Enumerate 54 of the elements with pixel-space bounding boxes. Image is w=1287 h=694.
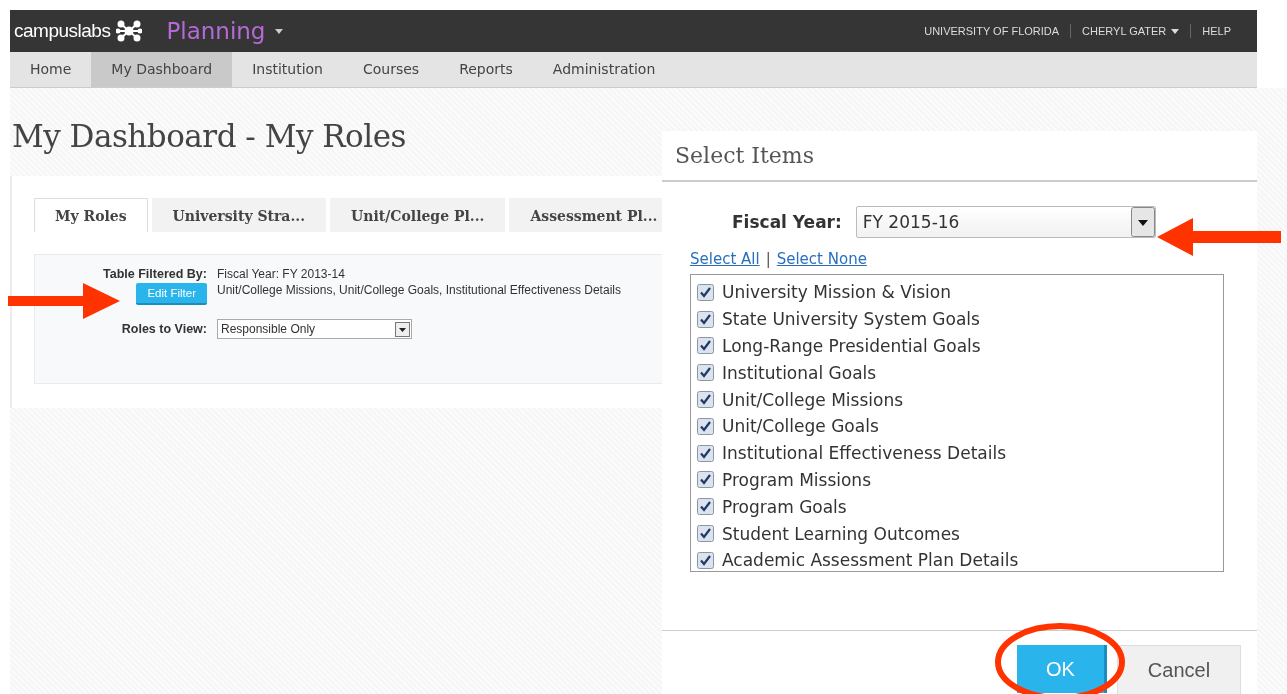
fiscal-year-select[interactable]: FY 2015-16	[855, 206, 1156, 238]
filter-label: Table Filtered By:	[103, 267, 207, 281]
checkbox[interactable]	[697, 283, 714, 301]
nav-item[interactable]: Home	[10, 52, 92, 87]
checkbox[interactable]	[697, 391, 714, 409]
fiscal-year-label: Fiscal Year:	[732, 212, 842, 232]
tab[interactable]: My Roles	[34, 198, 148, 232]
item-label: Institutional Goals	[722, 362, 877, 383]
separator: |	[765, 250, 771, 268]
header-link[interactable]: HELP	[1202, 25, 1231, 37]
item-label: Institutional Effectiveness Details	[722, 443, 1007, 464]
caret-icon[interactable]	[1171, 28, 1180, 34]
checkbox[interactable]	[697, 551, 714, 569]
network-icon	[116, 20, 143, 42]
checkbox[interactable]	[697, 364, 714, 382]
page-title: My Dashboard - My Roles	[12, 118, 407, 154]
nav-item[interactable]: Reports	[439, 52, 533, 87]
checkbox[interactable]	[697, 310, 714, 328]
item-label: Program Missions	[722, 469, 871, 490]
cancel-button[interactable]: Cancel	[1117, 645, 1241, 694]
nav-item[interactable]: Courses	[343, 52, 440, 87]
nav-item[interactable]: Institution	[232, 52, 343, 87]
header-link[interactable]: UNIVERSITY OF FLORIDA	[924, 25, 1060, 37]
checkbox[interactable]	[697, 525, 714, 543]
app-menu[interactable]: Planning	[166, 18, 266, 44]
select-none-link[interactable]: Select None	[776, 250, 867, 268]
item-label: Academic Assessment Plan Details	[722, 550, 1019, 571]
checkbox[interactable]	[697, 337, 714, 355]
roles-label: Roles to View:	[120, 322, 207, 336]
filter-value: Unit/College Missions, Unit/College Goals, Institutional Effectiveness Details	[217, 283, 621, 297]
tab[interactable]: University Stra...	[151, 198, 327, 232]
select-all-link[interactable]: Select All	[690, 250, 760, 268]
item-label: Program Goals	[722, 496, 847, 517]
tab[interactable]: Unit/College Pl...	[330, 198, 506, 232]
item-label: Unit/College Missions	[722, 389, 904, 410]
checkbox[interactable]	[697, 417, 714, 435]
caret-icon[interactable]	[395, 321, 410, 337]
header-link[interactable]: CHERYL GATER	[1082, 25, 1180, 37]
nav-item[interactable]: My Dashboard	[91, 52, 233, 87]
roles-select[interactable]: Responsible Only	[217, 319, 412, 339]
dialog-title: Select Items	[662, 131, 1257, 182]
checkbox[interactable]	[697, 498, 714, 516]
filter-value: Fiscal Year: FY 2013-14	[217, 267, 346, 281]
item-label: Long-Range Presidential Goals	[722, 336, 981, 356]
nav-item[interactable]: Administration	[532, 52, 676, 87]
checkbox[interactable]	[697, 444, 714, 462]
item-label: Unit/College Goals	[722, 416, 879, 437]
item-label: University Mission & Vision	[722, 282, 951, 303]
caret-icon[interactable]	[275, 28, 284, 34]
checkbox[interactable]	[697, 471, 714, 489]
brand-logo: campuslabs	[14, 20, 111, 42]
item-label: State University System Goals	[722, 309, 980, 330]
item-label: Student Learning Outcomes	[722, 523, 960, 544]
caret-icon[interactable]	[1130, 207, 1155, 237]
